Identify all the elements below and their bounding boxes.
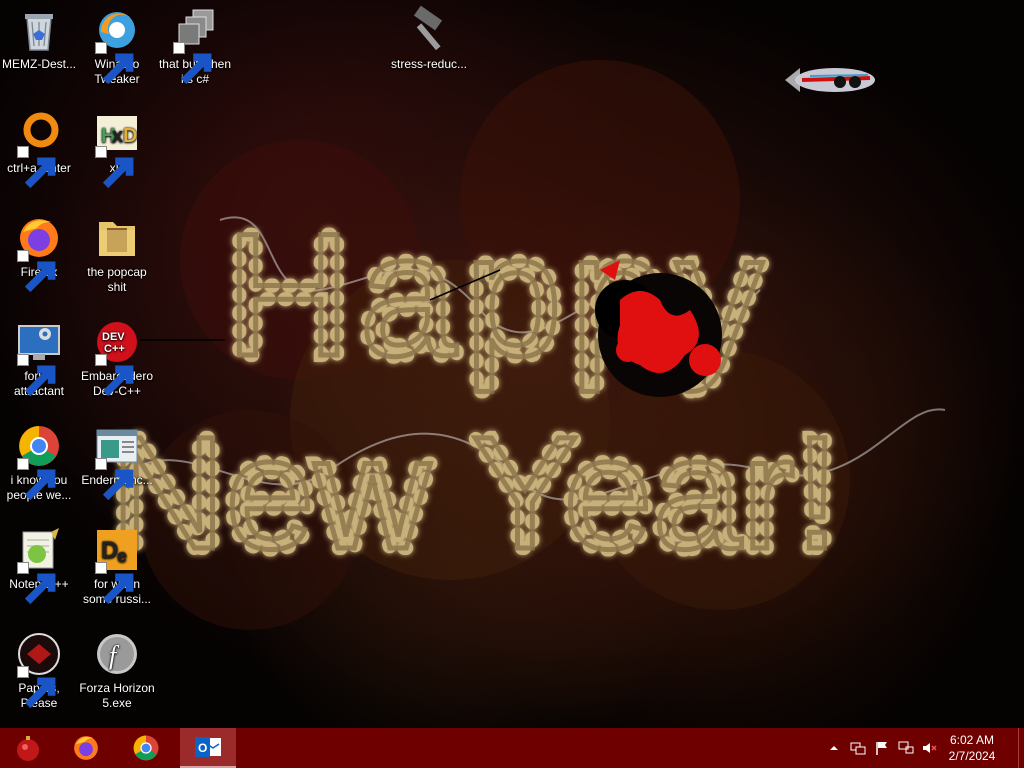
desktop-icon-i-know-you[interactable]: i know you people we...	[0, 422, 78, 503]
clock-date: 2/7/2024	[948, 749, 996, 763]
folder-icon	[93, 214, 141, 262]
shortcut-arrow-icon	[17, 666, 56, 709]
desktop-icon-stress-reducer[interactable]: stress-reduc...	[389, 6, 469, 72]
shortcut-arrow-icon	[17, 354, 56, 397]
svg-text:x: x	[112, 125, 123, 147]
taskbar-outlook[interactable]: O	[180, 728, 236, 768]
desktop-icon-memz[interactable]: MEMZ-Dest...	[0, 6, 78, 72]
svg-text:D: D	[123, 125, 137, 147]
devcpp-icon: DEV C++	[93, 318, 141, 397]
desktop-icon-label: Forza Horizon 5.exe	[79, 681, 155, 710]
hxd-icon: HxD	[93, 110, 141, 189]
volume-muted-icon[interactable]	[922, 740, 938, 756]
taskbar: O 6:02 AM 2/7/2024	[0, 728, 1024, 768]
firefox-icon	[74, 736, 98, 760]
desktop-icon-for-when[interactable]: De for when some russi...	[78, 526, 156, 607]
desktop-icon-endermanch[interactable]: Endermanc...	[78, 422, 156, 501]
svg-text:O: O	[198, 741, 207, 755]
desktop-icon-label: the popcap shit	[87, 265, 147, 294]
svg-text:D: D	[101, 537, 118, 564]
desktop-icon-label: stress-reduc...	[390, 57, 468, 71]
shortcut-arrow-icon	[95, 458, 134, 501]
network-icon[interactable]	[898, 740, 914, 756]
shortcut-arrow-icon	[17, 146, 56, 189]
fish-icon	[785, 68, 875, 92]
desktop-icon-ctrl-a-enter[interactable]: ctrl+a, enter	[0, 110, 78, 189]
desktop-icon-winaero[interactable]: Winaero Tweaker	[78, 6, 156, 87]
notepadpp-icon	[15, 526, 63, 605]
monitor-gear-icon	[15, 318, 63, 397]
tray-app-icon[interactable]	[850, 740, 866, 756]
desktop[interactable]: Happy Happy New Year! New Year! MEMZ-Des…	[0, 0, 1024, 728]
winaero-icon	[93, 6, 141, 85]
svg-text:DEV: DEV	[102, 331, 125, 343]
shortcut-arrow-icon	[17, 562, 56, 605]
desktop-icon-xd[interactable]: HxD xD	[78, 110, 156, 189]
desktop-icon-label: MEMZ-Dest...	[2, 57, 76, 71]
windows-stack-icon	[171, 6, 219, 85]
show-desktop-button[interactable]	[1018, 728, 1024, 768]
window-app-icon	[93, 422, 141, 501]
tray-overflow-chevron-icon[interactable]	[826, 740, 842, 756]
flash-icon: f	[93, 630, 141, 678]
taskbar-clock[interactable]: 6:02 AM 2/7/2024	[942, 732, 1002, 764]
chrome-icon	[133, 735, 159, 761]
clock-time: 6:02 AM	[949, 733, 995, 747]
orange-ring-icon	[15, 110, 63, 189]
shortcut-arrow-icon	[95, 146, 134, 189]
firefox-icon	[15, 214, 63, 293]
desktop-icon-papers-please[interactable]: Papers, Please	[0, 630, 78, 711]
hammer-icon	[405, 6, 453, 54]
chrome-icon	[15, 422, 63, 501]
desktop-icon-devcpp[interactable]: DEV C++ Embarcadero Dev-C++	[78, 318, 156, 399]
shortcut-arrow-icon	[95, 354, 134, 397]
desktop-icon-that-but-when[interactable]: that but when its c#	[156, 6, 234, 87]
recycle-bin-icon	[15, 6, 63, 54]
desktop-icon-popcap[interactable]: the popcap shit	[78, 214, 156, 295]
outlook-icon: O	[195, 737, 221, 757]
die-icon: De	[93, 526, 141, 605]
start-ornament-icon	[17, 736, 39, 761]
desktop-icon-firefox[interactable]: Firefox	[0, 214, 78, 293]
desktop-icon-notepadpp[interactable]: Notepad++	[0, 526, 78, 605]
start-button[interactable]	[0, 728, 56, 768]
papers-please-icon	[15, 630, 63, 709]
shortcut-arrow-icon	[17, 250, 56, 293]
taskbar-chrome[interactable]	[118, 728, 174, 768]
shortcut-arrow-icon	[173, 42, 212, 85]
shortcut-arrow-icon	[95, 42, 134, 85]
desktop-icon-forza[interactable]: f Forza Horizon 5.exe	[78, 630, 156, 711]
wallpaper-line-newyear-core: New Year!	[110, 403, 839, 582]
shortcut-arrow-icon	[95, 562, 134, 605]
desktop-icon-forkie[interactable]: forkie attractant	[0, 318, 78, 399]
shortcut-arrow-icon	[17, 458, 56, 501]
taskbar-firefox[interactable]	[58, 728, 114, 768]
svg-text:C++: C++	[104, 343, 125, 355]
flag-icon[interactable]	[874, 740, 890, 756]
